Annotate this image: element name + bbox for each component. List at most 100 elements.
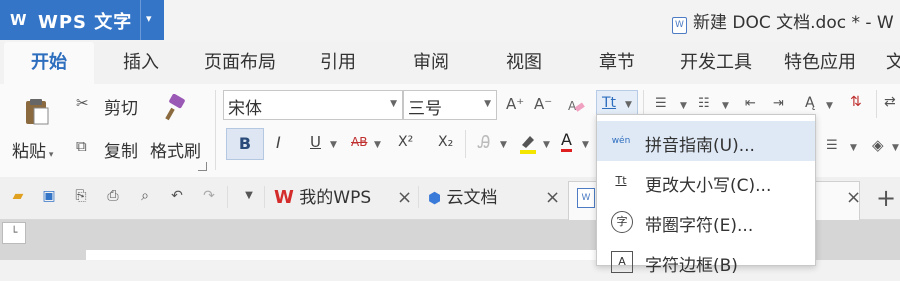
paste-button[interactable] bbox=[22, 96, 52, 126]
document-icon: W bbox=[577, 188, 595, 208]
menu-item-character-border[interactable]: A 字符边框(B) bbox=[597, 241, 815, 281]
format-painter-button[interactable]: 格式刷 bbox=[150, 137, 201, 162]
font-color-button[interactable]: A bbox=[561, 131, 572, 152]
window-title: W 新建 DOC 文档.doc * - W bbox=[672, 8, 894, 34]
chevron-down-icon: ▼ bbox=[625, 100, 632, 110]
divider bbox=[264, 186, 265, 208]
tab-insert[interactable]: 插入 bbox=[108, 42, 174, 84]
print-icon[interactable]: ⎙ bbox=[102, 185, 124, 207]
tab-cloud-docs[interactable]: ⬢ 云文档 bbox=[428, 182, 498, 214]
scissors-icon: ✂ bbox=[76, 94, 89, 112]
chevron-down-icon[interactable]: ▼ bbox=[238, 185, 260, 207]
line-spacing-icon[interactable]: ☰ bbox=[826, 138, 838, 153]
grow-font-button[interactable]: A⁺ bbox=[506, 95, 524, 113]
menu-item-change-case[interactable]: Tt 更改大小写(C)... bbox=[597, 161, 815, 201]
divider bbox=[140, 0, 141, 40]
increase-indent-icon[interactable]: ⇥ bbox=[773, 96, 784, 111]
clipboard-icon bbox=[26, 99, 49, 125]
copy-icon: ⧉ bbox=[76, 137, 87, 155]
text-direction-icon[interactable]: Ą bbox=[805, 95, 815, 111]
divider bbox=[876, 90, 877, 118]
tab-home[interactable]: 开始 bbox=[4, 42, 94, 84]
tab-stop-selector[interactable]: └ bbox=[2, 222, 26, 244]
enclosed-character-icon: 字 bbox=[611, 211, 633, 233]
text-effect-icon[interactable]: Ꭿ bbox=[478, 133, 490, 153]
change-case-menu: wén 拼音指南(U)... Tt 更改大小写(C)... 字 带圈字符(E).… bbox=[596, 114, 816, 276]
bold-button[interactable]: B bbox=[226, 128, 264, 160]
menu-item-phonetic-guide[interactable]: wén 拼音指南(U)... bbox=[597, 121, 815, 161]
save-icon[interactable]: ▣ bbox=[38, 185, 60, 207]
change-case-icon: Tt bbox=[602, 95, 617, 111]
chevron-down-icon: ▼ bbox=[484, 99, 491, 109]
wps-logo-icon: W bbox=[10, 11, 27, 29]
format-painter-icon bbox=[162, 93, 190, 122]
document-title: 新建 DOC 文档.doc * - W bbox=[693, 13, 894, 33]
decrease-indent-icon[interactable]: ⇤ bbox=[745, 96, 756, 111]
clipboard-group-launcher[interactable] bbox=[198, 162, 207, 171]
tab-page-layout[interactable]: 页面布局 bbox=[196, 42, 284, 84]
chevron-down-icon[interactable]: ▼ bbox=[850, 143, 857, 153]
document-page[interactable] bbox=[86, 250, 626, 260]
copy-button[interactable]: 复制 bbox=[104, 137, 138, 162]
font-name-select[interactable]: 宋体 ▼ bbox=[223, 90, 403, 120]
chevron-down-icon[interactable]: ▼ bbox=[680, 101, 687, 111]
shrink-font-button[interactable]: A⁻ bbox=[534, 95, 552, 113]
divider bbox=[465, 130, 466, 158]
chevron-down-icon[interactable]: ▼ bbox=[374, 140, 381, 150]
tab-chapter[interactable]: 章节 bbox=[584, 42, 650, 84]
phonetic-guide-icon: wén bbox=[611, 136, 631, 146]
change-case-icon: Tt bbox=[615, 174, 627, 187]
chevron-down-icon[interactable]: ▼ bbox=[826, 101, 833, 111]
clear-format-icon[interactable]: A bbox=[567, 96, 585, 114]
chevron-down-icon[interactable]: ▼ bbox=[722, 101, 729, 111]
chevron-down-icon[interactable]: ▼ bbox=[892, 143, 899, 153]
print-preview-icon[interactable]: ⌕ bbox=[134, 185, 156, 207]
chevron-down-icon[interactable]: ▾ bbox=[46, 150, 54, 160]
chevron-down-icon[interactable]: ▾ bbox=[146, 12, 152, 25]
tab-view[interactable]: 视图 bbox=[491, 42, 557, 84]
chevron-down-icon[interactable]: ▼ bbox=[330, 140, 337, 150]
tab-more[interactable]: 文 bbox=[880, 42, 900, 84]
tab-references[interactable]: 引用 bbox=[305, 42, 371, 84]
character-border-icon: A bbox=[611, 251, 633, 273]
redo-icon[interactable]: ↷ bbox=[198, 185, 220, 207]
shading-icon[interactable]: ◈ bbox=[872, 136, 884, 154]
paragraph-mark-icon[interactable]: ⇄ bbox=[884, 94, 896, 110]
chevron-down-icon[interactable]: ▼ bbox=[582, 140, 589, 150]
subscript-button[interactable]: X₂ bbox=[438, 134, 453, 150]
close-icon[interactable]: × bbox=[397, 182, 412, 214]
superscript-button[interactable]: X² bbox=[398, 134, 413, 150]
tab-review[interactable]: 审阅 bbox=[398, 42, 464, 84]
open-folder-icon[interactable]: ▰ bbox=[7, 185, 29, 207]
bullet-list-icon[interactable]: ☰ bbox=[655, 96, 667, 111]
undo-icon[interactable]: ↶ bbox=[166, 185, 188, 207]
chevron-down-icon[interactable]: ▼ bbox=[543, 140, 550, 150]
tab-features[interactable]: 特色应用 bbox=[776, 42, 864, 84]
tab-developer[interactable]: 开发工具 bbox=[672, 42, 760, 84]
add-tab-button[interactable]: + bbox=[876, 182, 896, 214]
close-icon[interactable]: × bbox=[545, 182, 560, 214]
divider bbox=[227, 186, 228, 208]
chevron-down-icon[interactable]: ▼ bbox=[500, 140, 507, 150]
svg-text:A: A bbox=[568, 99, 577, 113]
menu-item-enclosed-characters[interactable]: 字 带圈字符(E)... bbox=[597, 201, 815, 241]
underline-button[interactable]: U bbox=[310, 133, 321, 151]
highlight-icon[interactable] bbox=[518, 133, 538, 155]
sort-icon[interactable]: ⇅ bbox=[850, 94, 862, 110]
italic-button[interactable]: I bbox=[276, 133, 281, 152]
cut-button[interactable]: 剪切 bbox=[104, 94, 138, 119]
wps-logo-icon: W bbox=[274, 187, 294, 208]
strikethrough-button[interactable]: AB bbox=[351, 135, 367, 149]
tab-my-wps[interactable]: W 我的WPS bbox=[274, 182, 371, 214]
divider bbox=[418, 186, 419, 208]
cloud-box-icon: ⬢ bbox=[428, 189, 442, 207]
chevron-down-icon: ▼ bbox=[390, 99, 397, 109]
document-icon: W bbox=[672, 17, 687, 34]
app-menu-button[interactable]: W WPS 文字 ▾ bbox=[0, 0, 164, 40]
font-size-select[interactable]: 三号 ▼ bbox=[403, 90, 497, 120]
export-pdf-icon[interactable]: ⎘ bbox=[70, 185, 92, 207]
paste-label[interactable]: 粘贴 ▾ bbox=[12, 137, 53, 162]
numbered-list-icon[interactable]: ☷ bbox=[698, 96, 710, 111]
close-icon[interactable]: × bbox=[846, 182, 861, 214]
app-name: WPS 文字 bbox=[38, 12, 133, 33]
